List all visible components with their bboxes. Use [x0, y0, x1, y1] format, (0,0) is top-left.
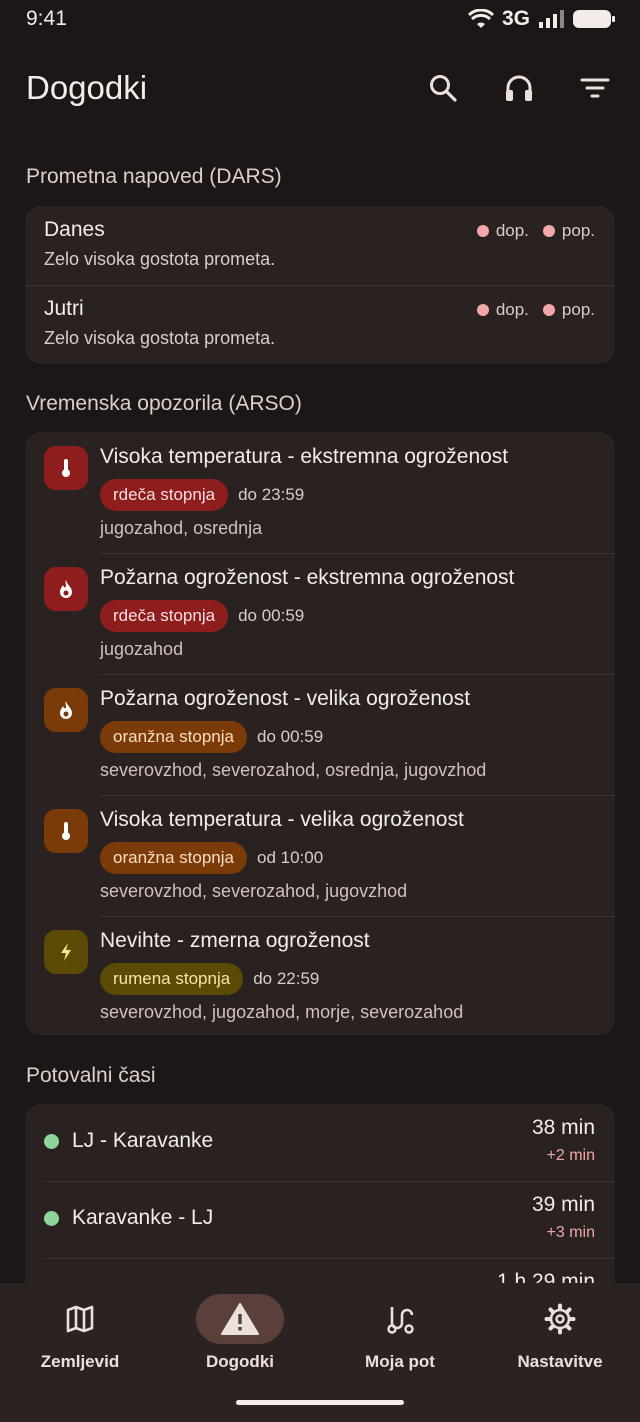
gear-icon	[516, 1294, 604, 1344]
nav-item-map[interactable]: Zemljevid	[0, 1283, 160, 1422]
home-indicator[interactable]	[236, 1400, 404, 1405]
travel-times-card: LJ - Karavanke 38 min +2 min Karavanke -…	[25, 1104, 615, 1304]
legend-morning-label: dop.	[495, 221, 529, 240]
legend-afternoon: pop.	[542, 300, 595, 320]
traffic-day-row[interactable]: Jutri Zelo visoka gostota prometa. dop. …	[25, 285, 615, 364]
afternoon-dot-icon	[542, 304, 555, 316]
warning-title: Nevihte - zmerna ogroženost	[100, 929, 370, 952]
day-description: Zelo visoka gostota prometa.	[44, 249, 276, 269]
warning-until: do 00:59	[256, 727, 324, 746]
warning-title: Požarna ogroženost - ekstremna ogroženos…	[100, 566, 515, 589]
travel-time: 39 min	[531, 1193, 595, 1216]
status-bar: 9:41 3G	[0, 0, 640, 38]
traffic-day-row[interactable]: Danes Zelo visoka gostota prometa. dop. …	[25, 206, 615, 285]
route-icon	[356, 1294, 444, 1344]
warning-row[interactable]: Požarna ogroženost - velika ogroženost o…	[25, 674, 615, 795]
route-name: Karavanke - LJ	[72, 1206, 214, 1229]
fire-icon	[44, 567, 88, 611]
legend-afternoon-label: pop.	[561, 300, 595, 319]
legend-afternoon-label: pop.	[561, 221, 595, 240]
warning-regions: severovzhod, severozahod, jugovzhod	[100, 881, 408, 901]
morning-dot-icon	[476, 225, 489, 237]
warning-row[interactable]: Visoka temperatura - ekstremna ogroženos…	[25, 432, 615, 553]
day-description: Zelo visoka gostota prometa.	[44, 328, 276, 348]
map-icon	[36, 1294, 124, 1344]
signal-icon	[539, 10, 564, 28]
warning-until: od 10:00	[256, 848, 324, 867]
lightning-icon	[44, 930, 88, 974]
travel-route-row[interactable]: Karavanke - LJ 39 min +3 min	[25, 1181, 615, 1258]
nav-label: Dogodki	[206, 1352, 274, 1371]
warning-until: do 22:59	[253, 969, 320, 988]
travel-route-row[interactable]: LJ - Karavanke 38 min +2 min	[25, 1104, 615, 1181]
headphones-icon[interactable]	[500, 69, 538, 107]
warning-regions: severovzhod, jugozahod, morje, severozah…	[100, 1002, 464, 1022]
search-icon[interactable]	[424, 69, 462, 107]
weather-warnings-card: Visoka temperatura - ekstremna ogroženos…	[25, 432, 615, 1035]
warning-row[interactable]: Visoka temperatura - velika ogroženost o…	[25, 795, 615, 916]
app-header: Dogodki	[0, 60, 640, 116]
level-badge: rdeča stopnja	[100, 600, 229, 632]
level-badge: rumena stopnja	[100, 963, 244, 995]
traffic-legend: dop. pop.	[476, 221, 595, 241]
travel-delay: +2 min	[546, 1147, 595, 1164]
level-badge: oranžna stopnja	[100, 721, 247, 753]
warning-title: Visoka temperatura - velika ogroženost	[100, 808, 464, 831]
warning-regions: severovzhod, severozahod, osrednja, jugo…	[100, 760, 487, 780]
status-dot-icon	[44, 1211, 59, 1226]
morning-dot-icon	[476, 304, 489, 316]
status-time: 9:41	[26, 7, 67, 30]
traffic-section-title: Prometna napoved (DARS)	[26, 165, 282, 188]
afternoon-dot-icon	[542, 225, 555, 237]
fire-icon	[44, 688, 88, 732]
travel-time: 38 min	[531, 1116, 595, 1139]
traffic-forecast-card: Danes Zelo visoka gostota prometa. dop. …	[25, 206, 615, 364]
battery-icon	[573, 10, 615, 28]
warning-until: do 00:59	[238, 606, 305, 625]
network-type: 3G	[501, 7, 530, 30]
legend-morning: dop.	[476, 300, 529, 320]
weather-section-title: Vremenska opozorila (ARSO)	[26, 392, 302, 415]
nav-label: Moja pot	[365, 1352, 435, 1371]
route-name: LJ - Karavanke	[72, 1129, 214, 1152]
warning-icon	[196, 1294, 284, 1344]
nav-label: Nastavitve	[517, 1352, 603, 1371]
travel-delay: +3 min	[546, 1224, 595, 1241]
thermometer-icon	[44, 809, 88, 853]
warning-row[interactable]: Nevihte - zmerna ogroženost rumena stopn…	[25, 916, 615, 1037]
nav-label: Zemljevid	[40, 1352, 120, 1371]
legend-morning: dop.	[476, 221, 529, 241]
page-title: Dogodki	[26, 69, 148, 106]
status-dot-icon	[44, 1134, 59, 1149]
wifi-icon	[467, 9, 494, 28]
warning-title: Visoka temperatura - ekstremna ogroženos…	[100, 445, 509, 468]
warning-until: do 23:59	[238, 485, 305, 504]
warning-regions: jugozahod, osrednja	[100, 518, 263, 538]
legend-morning-label: dop.	[495, 300, 529, 319]
thermometer-icon	[44, 446, 88, 490]
legend-afternoon: pop.	[542, 221, 595, 241]
traffic-legend: dop. pop.	[476, 300, 595, 320]
warning-title: Požarna ogroženost - velika ogroženost	[100, 687, 471, 710]
filter-icon[interactable]	[576, 69, 614, 107]
warning-regions: jugozahod	[100, 639, 184, 659]
level-badge: oranžna stopnja	[100, 842, 247, 874]
nav-item-settings[interactable]: Nastavitve	[480, 1283, 640, 1422]
travel-section-title: Potovalni časi	[26, 1064, 156, 1087]
warning-row[interactable]: Požarna ogroženost - ekstremna ogroženos…	[25, 553, 615, 674]
status-icons: 3G	[467, 7, 616, 31]
level-badge: rdeča stopnja	[100, 479, 229, 511]
